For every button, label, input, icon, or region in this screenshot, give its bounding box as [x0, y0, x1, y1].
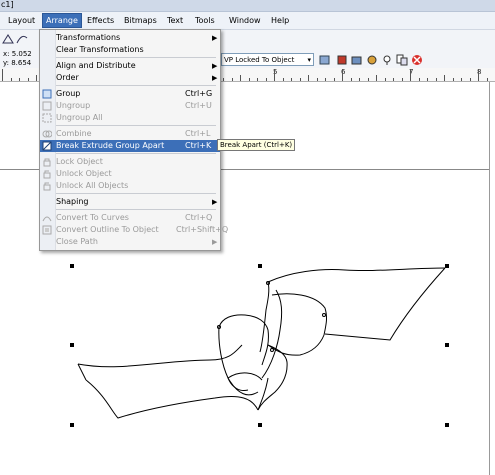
tooltip: Break Apart (Ctrl+K)	[217, 139, 296, 151]
arrange-menu: Transformations ▶ Clear Transformations …	[39, 29, 228, 251]
submenu-arrow-icon: ▶	[212, 62, 218, 70]
menu-item-shortcut: Ctrl+U	[185, 101, 212, 110]
submenu-arrow-icon: ▶	[212, 34, 218, 42]
menu-item-label: Unlock Object	[56, 169, 112, 178]
menu-item-label: Lock Object	[56, 157, 103, 166]
menu-item-order[interactable]: Order ▶	[40, 72, 220, 84]
menu-item-group[interactable]: Group Ctrl+G	[40, 88, 220, 100]
menu-item-ungroup[interactable]: Ungroup Ctrl+U	[40, 100, 220, 112]
selection-handle[interactable]	[70, 264, 74, 268]
menu-item-unlock-object[interactable]: Unlock Object	[40, 168, 220, 180]
menu-item-label: Ungroup All	[56, 113, 103, 122]
menu-item-label: Clear Transformations	[56, 45, 144, 54]
menu-item-shortcut: Ctrl+K	[185, 141, 212, 150]
menu-item-shortcut: Ctrl+G	[185, 89, 213, 98]
submenu-arrow-icon: ▶	[212, 198, 218, 206]
menu-separator	[56, 193, 216, 194]
unlock-all-icon	[42, 181, 52, 191]
break-apart-icon	[42, 141, 52, 151]
selection-handle[interactable]	[445, 264, 449, 268]
menu-item-break-extrude-group-apart[interactable]: Break Extrude Group Apart Ctrl+K	[40, 140, 220, 152]
convert-outline-icon	[42, 225, 52, 235]
convert-to-curves-icon	[42, 213, 52, 223]
menu-item-shortcut: Ctrl+Shift+Q	[176, 225, 229, 234]
lock-icon	[42, 157, 52, 167]
menu-item-clear-transformations[interactable]: Clear Transformations	[40, 44, 220, 56]
menu-item-label: Ungroup	[56, 101, 91, 110]
menu-item-label: Transformations	[56, 33, 121, 42]
menu-separator	[56, 85, 216, 86]
menu-item-combine[interactable]: Combine Ctrl+L	[40, 128, 220, 140]
menu-item-lock-object[interactable]: Lock Object	[40, 156, 220, 168]
menu-item-ungroup-all[interactable]: Ungroup All	[40, 112, 220, 124]
menu-item-label: Combine	[56, 129, 92, 138]
menu-item-shaping[interactable]: Shaping ▶	[40, 196, 220, 208]
selection-handle[interactable]	[258, 423, 262, 427]
menu-separator	[56, 57, 216, 58]
menu-item-label: Align and Distribute	[56, 61, 136, 70]
menu-item-convert-outline-to-object[interactable]: Convert Outline To Object Ctrl+Shift+Q	[40, 224, 228, 236]
submenu-arrow-icon: ▶	[212, 238, 218, 246]
menu-item-convert-to-curves[interactable]: Convert To Curves Ctrl+Q	[40, 212, 220, 224]
unlock-icon	[42, 169, 52, 179]
menu-item-label: Group	[56, 89, 81, 98]
menu-item-align-distribute[interactable]: Align and Distribute ▶	[40, 60, 220, 72]
menu-item-unlock-all-objects[interactable]: Unlock All Objects	[40, 180, 220, 192]
selection-handle[interactable]	[445, 343, 449, 347]
menu-item-label: Order	[56, 73, 79, 82]
menu-item-label: Shaping	[56, 197, 89, 206]
menu-item-label: Convert Outline To Object	[56, 225, 159, 234]
selection-handle[interactable]	[258, 264, 262, 268]
menu-item-label: Break Extrude Group Apart	[56, 141, 165, 150]
menu-item-label: Unlock All Objects	[56, 181, 129, 190]
submenu-arrow-icon: ▶	[212, 74, 218, 82]
ungroup-icon	[42, 101, 52, 111]
group-icon	[42, 89, 52, 99]
menu-separator	[56, 153, 216, 154]
menu-item-label: Convert To Curves	[56, 213, 129, 222]
menu-item-close-path[interactable]: Close Path ▶	[40, 236, 220, 248]
menu-item-transformations[interactable]: Transformations ▶	[40, 32, 220, 44]
ungroup-all-icon	[42, 113, 52, 123]
selection-handle[interactable]	[70, 343, 74, 347]
menu-item-shortcut: Ctrl+Q	[185, 213, 213, 222]
selection-handle[interactable]	[445, 423, 449, 427]
menu-item-label: Close Path	[56, 237, 98, 246]
combine-icon	[42, 129, 53, 139]
menu-item-shortcut: Ctrl+L	[185, 129, 211, 138]
selection-handle[interactable]	[70, 423, 74, 427]
menu-separator	[56, 125, 216, 126]
menu-separator	[56, 209, 216, 210]
